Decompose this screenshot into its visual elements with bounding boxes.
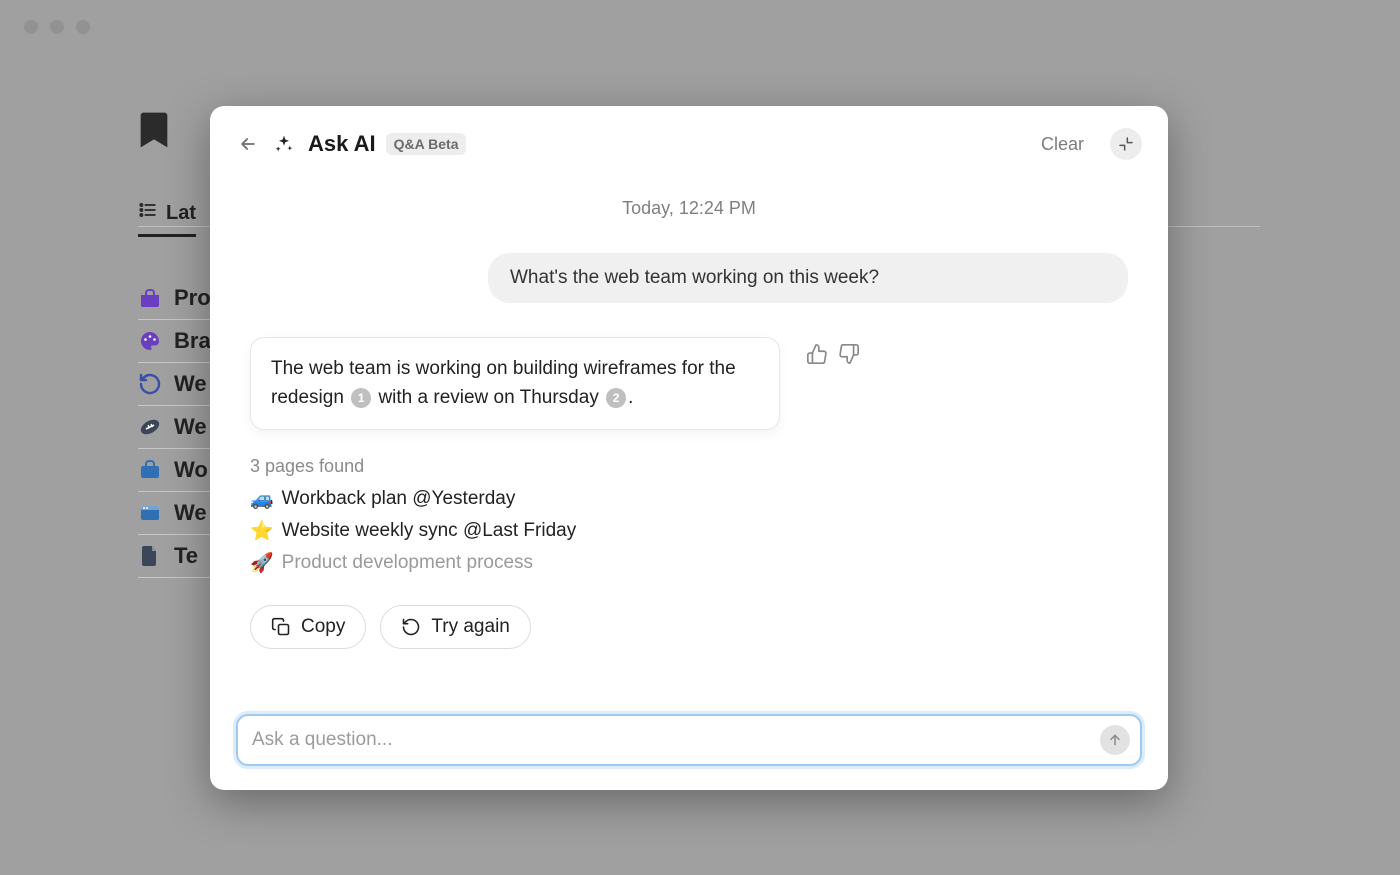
pages-found-label: 3 pages found <box>250 456 1128 477</box>
source-title: Website weekly sync @Last Friday <box>282 520 577 542</box>
back-button[interactable] <box>236 132 260 156</box>
question-input[interactable] <box>252 729 1092 751</box>
undo-icon <box>138 372 162 396</box>
window-icon <box>138 501 162 525</box>
source-emoji-icon: ⭐ <box>250 519 274 543</box>
list-item-label: Wo <box>174 457 208 483</box>
user-message-bubble: What's the web team working on this week… <box>488 253 1128 303</box>
toolbox-icon <box>138 286 162 310</box>
bookmark-icon <box>138 110 170 150</box>
copy-button[interactable]: Copy <box>250 605 366 649</box>
modal-body: Today, 12:24 PM What's the web team work… <box>210 170 1168 698</box>
clear-button[interactable]: Clear <box>1041 134 1084 155</box>
tab-latest[interactable]: Lat <box>138 200 196 237</box>
chat-timestamp: Today, 12:24 PM <box>250 198 1128 219</box>
list-item-label: We <box>174 500 207 526</box>
question-input-container[interactable] <box>236 714 1142 766</box>
source-item[interactable]: 🚀 Product development process <box>250 551 1128 575</box>
source-emoji-icon: 🚀 <box>250 551 274 575</box>
citation-1[interactable]: 1 <box>351 388 371 408</box>
list-item-label: We <box>174 414 207 440</box>
football-icon <box>138 415 162 439</box>
modal-title: Ask AI <box>308 131 376 157</box>
list-icon <box>138 200 158 226</box>
beta-badge: Q&A Beta <box>386 133 467 155</box>
try-again-button[interactable]: Try again <box>380 605 531 649</box>
tab-label: Lat <box>166 202 196 225</box>
briefcase-icon <box>138 458 162 482</box>
thumbs-up-button[interactable] <box>806 343 828 365</box>
list-item-label: Pro <box>174 285 211 311</box>
list-item-label: We <box>174 371 207 397</box>
source-emoji-icon: 🚙 <box>250 487 274 511</box>
source-list: 🚙 Workback plan @Yesterday ⭐ Website weekly… <box>250 487 1128 575</box>
list-item-label: Bra <box>174 328 211 354</box>
sparkle-icon <box>274 134 294 154</box>
copy-label: Copy <box>301 616 345 638</box>
answer-text-part3: . <box>628 387 633 408</box>
ai-answer-bubble: The web team is working on building wire… <box>250 337 780 430</box>
traffic-light-zoom[interactable] <box>76 20 90 34</box>
modal-header: Ask AI Q&A Beta Clear <box>210 106 1168 170</box>
traffic-light-minimize[interactable] <box>50 20 64 34</box>
window-traffic-lights <box>24 20 90 34</box>
ask-ai-modal: Ask AI Q&A Beta Clear Today, 12:24 PM Wh… <box>210 106 1168 790</box>
source-title: Workback plan @Yesterday <box>282 488 516 510</box>
palette-icon <box>138 329 162 353</box>
thumbs-down-button[interactable] <box>838 343 860 365</box>
page-icon <box>138 544 162 568</box>
answer-text-part2: with a review on Thursday <box>373 387 604 408</box>
traffic-light-close[interactable] <box>24 20 38 34</box>
list-item-label: Te <box>174 543 198 569</box>
collapse-button[interactable] <box>1110 128 1142 160</box>
citation-2[interactable]: 2 <box>606 388 626 408</box>
source-item[interactable]: 🚙 Workback plan @Yesterday <box>250 487 1128 511</box>
source-title: Product development process <box>282 552 533 574</box>
try-again-label: Try again <box>431 616 510 638</box>
send-button[interactable] <box>1100 725 1130 755</box>
source-item[interactable]: ⭐ Website weekly sync @Last Friday <box>250 519 1128 543</box>
